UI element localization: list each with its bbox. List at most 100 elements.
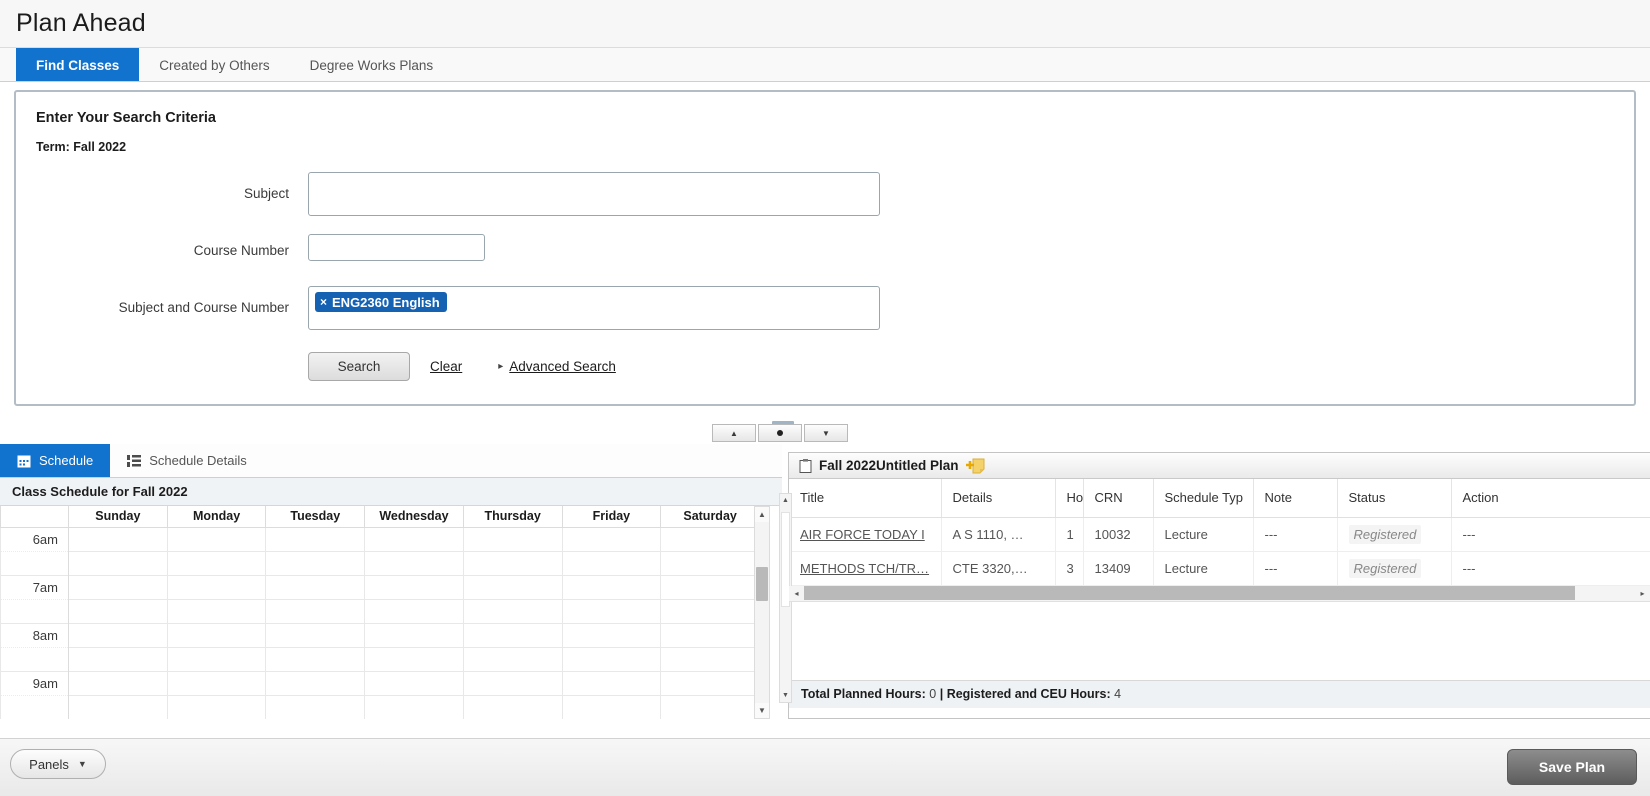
scroll-down-arrow-icon[interactable]: ▼	[755, 703, 769, 718]
schedule-cell[interactable]	[364, 694, 464, 719]
hscrollbar-thumb[interactable]	[804, 586, 1575, 600]
schedule-cell[interactable]	[166, 574, 267, 600]
tab-find-classes[interactable]: Find Classes	[16, 48, 140, 81]
schedule-cell[interactable]	[68, 526, 168, 552]
schedule-cell[interactable]	[166, 550, 267, 576]
schedule-cell[interactable]	[660, 646, 760, 672]
schedule-cell[interactable]	[68, 694, 168, 719]
schedule-cell[interactable]	[265, 622, 366, 648]
schedule-cell[interactable]	[660, 622, 760, 648]
plan-scroll-down-arrow-icon[interactable]: ▼	[780, 689, 791, 702]
schedule-cell[interactable]	[462, 646, 563, 672]
subject-and-course-input[interactable]: × ENG2360 English	[308, 286, 880, 330]
schedule-cell[interactable]	[265, 646, 366, 672]
schedule-cell[interactable]	[68, 598, 168, 624]
schedule-cell[interactable]	[265, 694, 366, 719]
schedule-cell[interactable]	[364, 550, 464, 576]
schedule-cell[interactable]	[660, 670, 760, 696]
schedule-cell[interactable]	[660, 550, 760, 576]
save-plan-button[interactable]: Save Plan	[1507, 749, 1637, 785]
schedule-cell[interactable]	[462, 526, 563, 552]
schedule-cell[interactable]	[561, 622, 662, 648]
schedule-cell[interactable]	[660, 598, 760, 624]
schedule-cell[interactable]	[462, 622, 563, 648]
subject-input[interactable]	[308, 172, 880, 216]
schedule-cell[interactable]	[462, 550, 563, 576]
schedule-vertical-scrollbar[interactable]: ▲ ▼	[754, 506, 770, 719]
panels-button[interactable]: Panels ▼	[10, 749, 106, 779]
scroll-up-arrow-icon[interactable]: ▲	[755, 507, 769, 522]
schedule-cell[interactable]	[561, 574, 662, 600]
schedule-cell[interactable]	[660, 694, 760, 719]
col-header-title[interactable]: Title	[789, 479, 942, 518]
close-icon[interactable]: ×	[320, 295, 327, 309]
schedule-cell[interactable]	[561, 550, 662, 576]
col-header-details[interactable]: Details	[941, 479, 1056, 518]
schedule-cell[interactable]	[364, 670, 464, 696]
schedule-cell[interactable]	[660, 526, 760, 552]
schedule-cell[interactable]	[364, 622, 464, 648]
search-button[interactable]: Search	[308, 352, 410, 381]
course-title-link[interactable]: AIR FORCE TODAY I	[800, 527, 925, 542]
schedule-cell[interactable]	[364, 646, 464, 672]
schedule-cell[interactable]	[561, 694, 662, 719]
splitter-expand-up-button[interactable]: ▲	[712, 424, 756, 442]
schedule-cell[interactable]	[166, 598, 267, 624]
schedule-cell[interactable]	[265, 574, 366, 600]
col-header-crn[interactable]: CRN	[1083, 479, 1154, 518]
hscroll-right-arrow-icon[interactable]: ▸	[1635, 589, 1650, 598]
schedule-cell[interactable]	[660, 574, 760, 600]
tab-schedule-details[interactable]: Schedule Details	[110, 444, 264, 477]
schedule-cell[interactable]	[68, 646, 168, 672]
scrollbar-thumb[interactable]	[756, 567, 768, 601]
col-header-note[interactable]: Note	[1253, 479, 1338, 518]
schedule-cell[interactable]	[364, 526, 464, 552]
schedule-cell[interactable]	[364, 598, 464, 624]
col-header-hours[interactable]: Hour	[1055, 479, 1084, 518]
schedule-cell[interactable]	[68, 670, 168, 696]
schedule-cell[interactable]	[265, 670, 366, 696]
schedule-cell[interactable]	[68, 622, 168, 648]
schedule-cell[interactable]	[561, 598, 662, 624]
schedule-cell[interactable]	[68, 550, 168, 576]
schedule-cell[interactable]	[462, 574, 563, 600]
schedule-cell[interactable]	[462, 598, 563, 624]
schedule-cell[interactable]	[561, 670, 662, 696]
selected-course-chip-label: ENG2360 English	[332, 294, 440, 310]
advanced-search-toggle[interactable]: ▸ Advanced Search	[498, 359, 616, 374]
schedule-cell[interactable]	[166, 646, 267, 672]
schedule-cell[interactable]	[561, 646, 662, 672]
col-header-action[interactable]: Action	[1451, 479, 1650, 518]
schedule-cell[interactable]	[462, 694, 563, 719]
col-header-status[interactable]: Status	[1337, 479, 1452, 518]
tab-degree-works-plans[interactable]: Degree Works Plans	[290, 48, 454, 81]
cell-title: AIR FORCE TODAY I	[789, 517, 942, 552]
selected-course-chip[interactable]: × ENG2360 English	[315, 292, 447, 312]
splitter-restore-button[interactable]	[758, 424, 802, 442]
schedule-cell[interactable]	[166, 622, 267, 648]
schedule-cell[interactable]	[265, 598, 366, 624]
schedule-cell[interactable]	[166, 670, 267, 696]
hscroll-left-arrow-icon[interactable]: ◂	[789, 589, 804, 598]
add-note-icon[interactable]	[965, 458, 988, 474]
plan-scroll-up-arrow-icon[interactable]: ▲	[780, 494, 791, 507]
course-title-link[interactable]: METHODS TCH/TR…	[800, 561, 929, 576]
schedule-cell[interactable]	[561, 526, 662, 552]
clear-link[interactable]: Clear	[430, 359, 462, 374]
tab-created-by-others[interactable]: Created by Others	[139, 48, 289, 81]
schedule-cell[interactable]	[166, 694, 267, 719]
cell-action[interactable]: ---	[1451, 517, 1650, 552]
col-header-schedule-type[interactable]: Schedule Typ	[1153, 479, 1254, 518]
tab-schedule[interactable]: Schedule	[0, 444, 111, 477]
cell-status: Registered	[1337, 517, 1452, 552]
schedule-cell[interactable]	[364, 574, 464, 600]
splitter-collapse-down-button[interactable]: ▼	[804, 424, 848, 442]
schedule-cell[interactable]	[265, 526, 366, 552]
schedule-cell[interactable]	[68, 574, 168, 600]
course-number-input[interactable]	[308, 234, 485, 261]
schedule-cell[interactable]	[462, 670, 563, 696]
schedule-cell[interactable]	[166, 526, 267, 552]
cell-action[interactable]: ---	[1451, 551, 1650, 586]
plan-horizontal-scrollbar[interactable]: ◂ ▸	[789, 585, 1650, 602]
schedule-cell[interactable]	[265, 550, 366, 576]
